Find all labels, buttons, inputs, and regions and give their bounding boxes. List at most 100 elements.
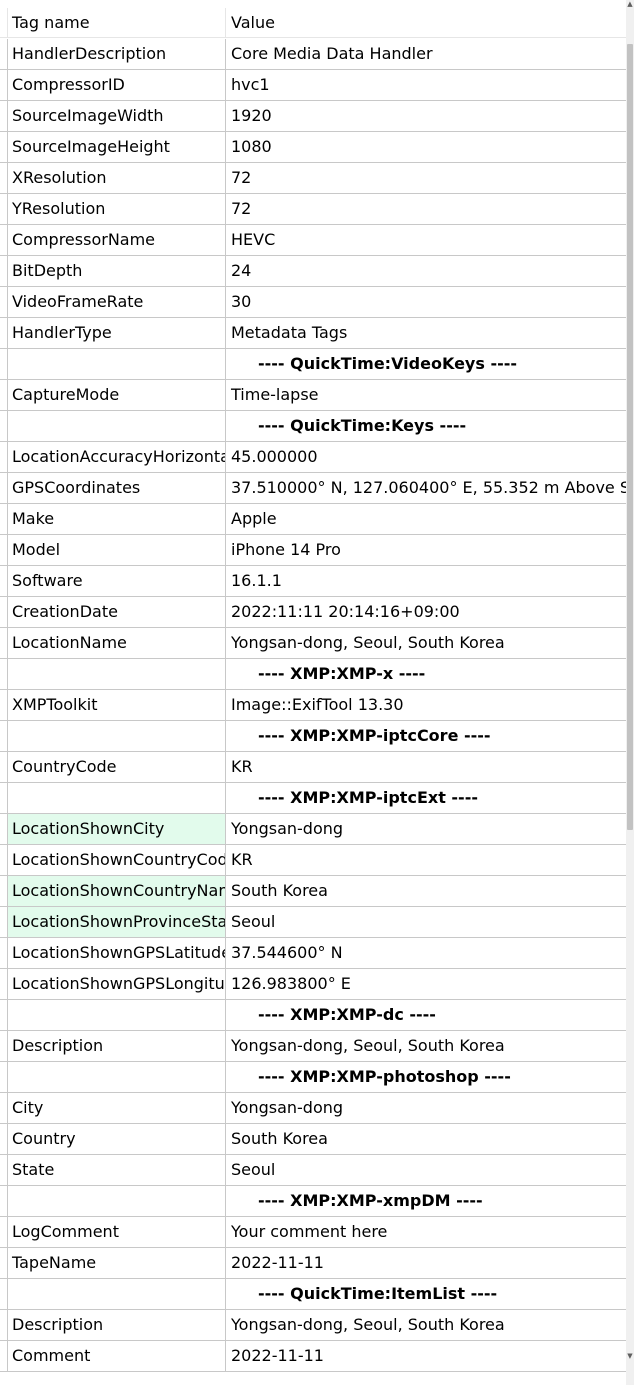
value-cell: Time-lapse bbox=[225, 380, 626, 410]
tag-name-cell: CompressorID bbox=[7, 70, 225, 100]
tag-name-cell: GPSCoordinates bbox=[7, 473, 225, 503]
table-row[interactable]: LocationShownProvinceState Seoul bbox=[0, 907, 626, 938]
value-cell: Yongsan-dong bbox=[225, 814, 626, 844]
section-title-cell: XMP:XMP-photoshop bbox=[225, 1062, 626, 1092]
scroll-down-arrow-icon[interactable]: ▼ bbox=[626, 1352, 634, 1360]
table-row[interactable]: YResolution 72 bbox=[0, 194, 626, 225]
table-row[interactable]: TapeName 2022-11-11 bbox=[0, 1248, 626, 1279]
value-cell: 2022-11-11 bbox=[225, 1341, 626, 1371]
value-cell: KR bbox=[225, 845, 626, 875]
table-row[interactable]: XResolution 72 bbox=[0, 163, 626, 194]
tag-name-cell bbox=[7, 1000, 225, 1030]
section-header-row[interactable]: XMP:XMP-x bbox=[0, 659, 626, 690]
table-row[interactable]: HandlerDescription Core Media Data Handle… bbox=[0, 39, 626, 70]
table-row[interactable]: CreationDate 2022:11:11 20:14:16+09:00 bbox=[0, 597, 626, 628]
value-cell: Yongsan-dong, Seoul, South Korea bbox=[225, 628, 626, 658]
section-title: XMP:XMP-iptcExt bbox=[258, 788, 478, 807]
column-header-tag-name[interactable]: Tag name bbox=[7, 8, 225, 37]
value-cell: Metadata Tags bbox=[225, 318, 626, 348]
scrollbar-thumb[interactable] bbox=[627, 44, 633, 830]
table-row[interactable]: CaptureMode Time-lapse bbox=[0, 380, 626, 411]
section-title-cell: QuickTime:VideoKeys bbox=[225, 349, 626, 379]
value-cell: 72 bbox=[225, 194, 626, 224]
section-title: XMP:XMP-dc bbox=[258, 1005, 436, 1024]
section-title: QuickTime:VideoKeys bbox=[258, 354, 517, 373]
table-row[interactable]: LocationShownCity Yongsan-dong bbox=[0, 814, 626, 845]
table-row[interactable]: XMPToolkit Image::ExifTool 13.30 bbox=[0, 690, 626, 721]
tag-name-cell bbox=[7, 411, 225, 441]
table-row[interactable]: LocationAccuracyHorizontal 45.000000 bbox=[0, 442, 626, 473]
section-header-row[interactable]: QuickTime:Keys bbox=[0, 411, 626, 442]
value-cell: 1080 bbox=[225, 132, 626, 162]
section-header-row[interactable]: QuickTime:ItemList bbox=[0, 1279, 626, 1310]
tag-name-cell: Country bbox=[7, 1124, 225, 1154]
table-row[interactable]: CompressorName HEVC bbox=[0, 225, 626, 256]
section-title-cell: XMP:XMP-x bbox=[225, 659, 626, 689]
value-cell: 2022-11-11 bbox=[225, 1248, 626, 1278]
section-header-row[interactable]: XMP:XMP-dc bbox=[0, 1000, 626, 1031]
table-row[interactable]: CompressorID hvc1 bbox=[0, 70, 626, 101]
scroll-up-arrow-icon[interactable]: ▲ bbox=[626, 0, 634, 8]
table-row[interactable]: Country South Korea bbox=[0, 1124, 626, 1155]
table-row[interactable]: LocationShownGPSLatitude 37.544600° N bbox=[0, 938, 626, 969]
section-header-row[interactable]: XMP:XMP-iptcExt bbox=[0, 783, 626, 814]
section-title: QuickTime:ItemList bbox=[258, 1284, 497, 1303]
tag-name-cell: LocationShownCountryName bbox=[7, 876, 225, 906]
section-title: XMP:XMP-photoshop bbox=[258, 1067, 511, 1086]
table-row[interactable]: State Seoul bbox=[0, 1155, 626, 1186]
table-row[interactable]: SourceImageWidth 1920 bbox=[0, 101, 626, 132]
table-row[interactable]: LocationShownCountryName South Korea bbox=[0, 876, 626, 907]
section-title-cell: QuickTime:ItemList bbox=[225, 1279, 626, 1309]
section-header-row[interactable]: XMP:XMP-xmpDM bbox=[0, 1186, 626, 1217]
table-row[interactable]: Description Yongsan-dong, Seoul, South Ko… bbox=[0, 1031, 626, 1062]
table-row[interactable]: LocationShownGPSLongitude 126.983800° E bbox=[0, 969, 626, 1000]
table-row[interactable]: SourceImageHeight 1080 bbox=[0, 132, 626, 163]
table-row[interactable]: Comment 2022-11-11 bbox=[0, 1341, 626, 1372]
table-row[interactable]: GPSCoordinates 37.510000° N, 127.060400° … bbox=[0, 473, 626, 504]
value-cell: HEVC bbox=[225, 225, 626, 255]
section-title-cell: XMP:XMP-iptcExt bbox=[225, 783, 626, 813]
tag-name-cell: TapeName bbox=[7, 1248, 225, 1278]
tag-name-cell: CountryCode bbox=[7, 752, 225, 782]
section-title: XMP:XMP-x bbox=[258, 664, 425, 683]
table-row[interactable]: City Yongsan-dong bbox=[0, 1093, 626, 1124]
tag-name-cell bbox=[7, 659, 225, 689]
tag-name-cell: XMPToolkit bbox=[7, 690, 225, 720]
tag-name-cell: Description bbox=[7, 1310, 225, 1340]
tag-name-cell: LocationName bbox=[7, 628, 225, 658]
section-header-row[interactable]: QuickTime:VideoKeys bbox=[0, 349, 626, 380]
tag-name-cell: LocationShownGPSLatitude bbox=[7, 938, 225, 968]
value-cell: Yongsan-dong, Seoul, South Korea bbox=[225, 1031, 626, 1061]
value-cell: 24 bbox=[225, 256, 626, 286]
tag-name-cell: SourceImageWidth bbox=[7, 101, 225, 131]
table-row[interactable]: LocationName Yongsan-dong, Seoul, South K… bbox=[0, 628, 626, 659]
tag-name-cell bbox=[7, 1279, 225, 1309]
table-row[interactable]: Software 16.1.1 bbox=[0, 566, 626, 597]
value-cell: 30 bbox=[225, 287, 626, 317]
table-row[interactable]: CountryCode KR bbox=[0, 752, 626, 783]
value-cell: 126.983800° E bbox=[225, 969, 626, 999]
table-row[interactable]: Description Yongsan-dong, Seoul, South Ko… bbox=[0, 1310, 626, 1341]
section-header-row[interactable]: XMP:XMP-photoshop bbox=[0, 1062, 626, 1093]
section-header-row[interactable]: XMP:XMP-iptcCore bbox=[0, 721, 626, 752]
value-cell: South Korea bbox=[225, 1124, 626, 1154]
table-row[interactable]: LocationShownCountryCode KR bbox=[0, 845, 626, 876]
table-row[interactable]: Model iPhone 14 Pro bbox=[0, 535, 626, 566]
value-cell: 37.510000° N, 127.060400° E, 55.352 m Ab… bbox=[225, 473, 626, 503]
table-row[interactable]: BitDepth 24 bbox=[0, 256, 626, 287]
tag-name-cell: XResolution bbox=[7, 163, 225, 193]
table-row[interactable]: VideoFrameRate 30 bbox=[0, 287, 626, 318]
value-cell: 16.1.1 bbox=[225, 566, 626, 596]
tag-name-cell: Software bbox=[7, 566, 225, 596]
value-cell: Core Media Data Handler bbox=[225, 39, 626, 69]
value-cell: 2022:11:11 20:14:16+09:00 bbox=[225, 597, 626, 627]
table-row[interactable]: LogComment Your comment here bbox=[0, 1217, 626, 1248]
vertical-scrollbar[interactable]: ▲ ▼ bbox=[626, 0, 634, 1385]
tag-name-cell: Description bbox=[7, 1031, 225, 1061]
value-cell: Yongsan-dong bbox=[225, 1093, 626, 1123]
table-row[interactable]: Make Apple bbox=[0, 504, 626, 535]
column-header-value[interactable]: Value bbox=[225, 8, 626, 37]
table-header: Tag name Value bbox=[0, 8, 626, 38]
table-row[interactable]: HandlerType Metadata Tags bbox=[0, 318, 626, 349]
tag-name-cell bbox=[7, 721, 225, 751]
